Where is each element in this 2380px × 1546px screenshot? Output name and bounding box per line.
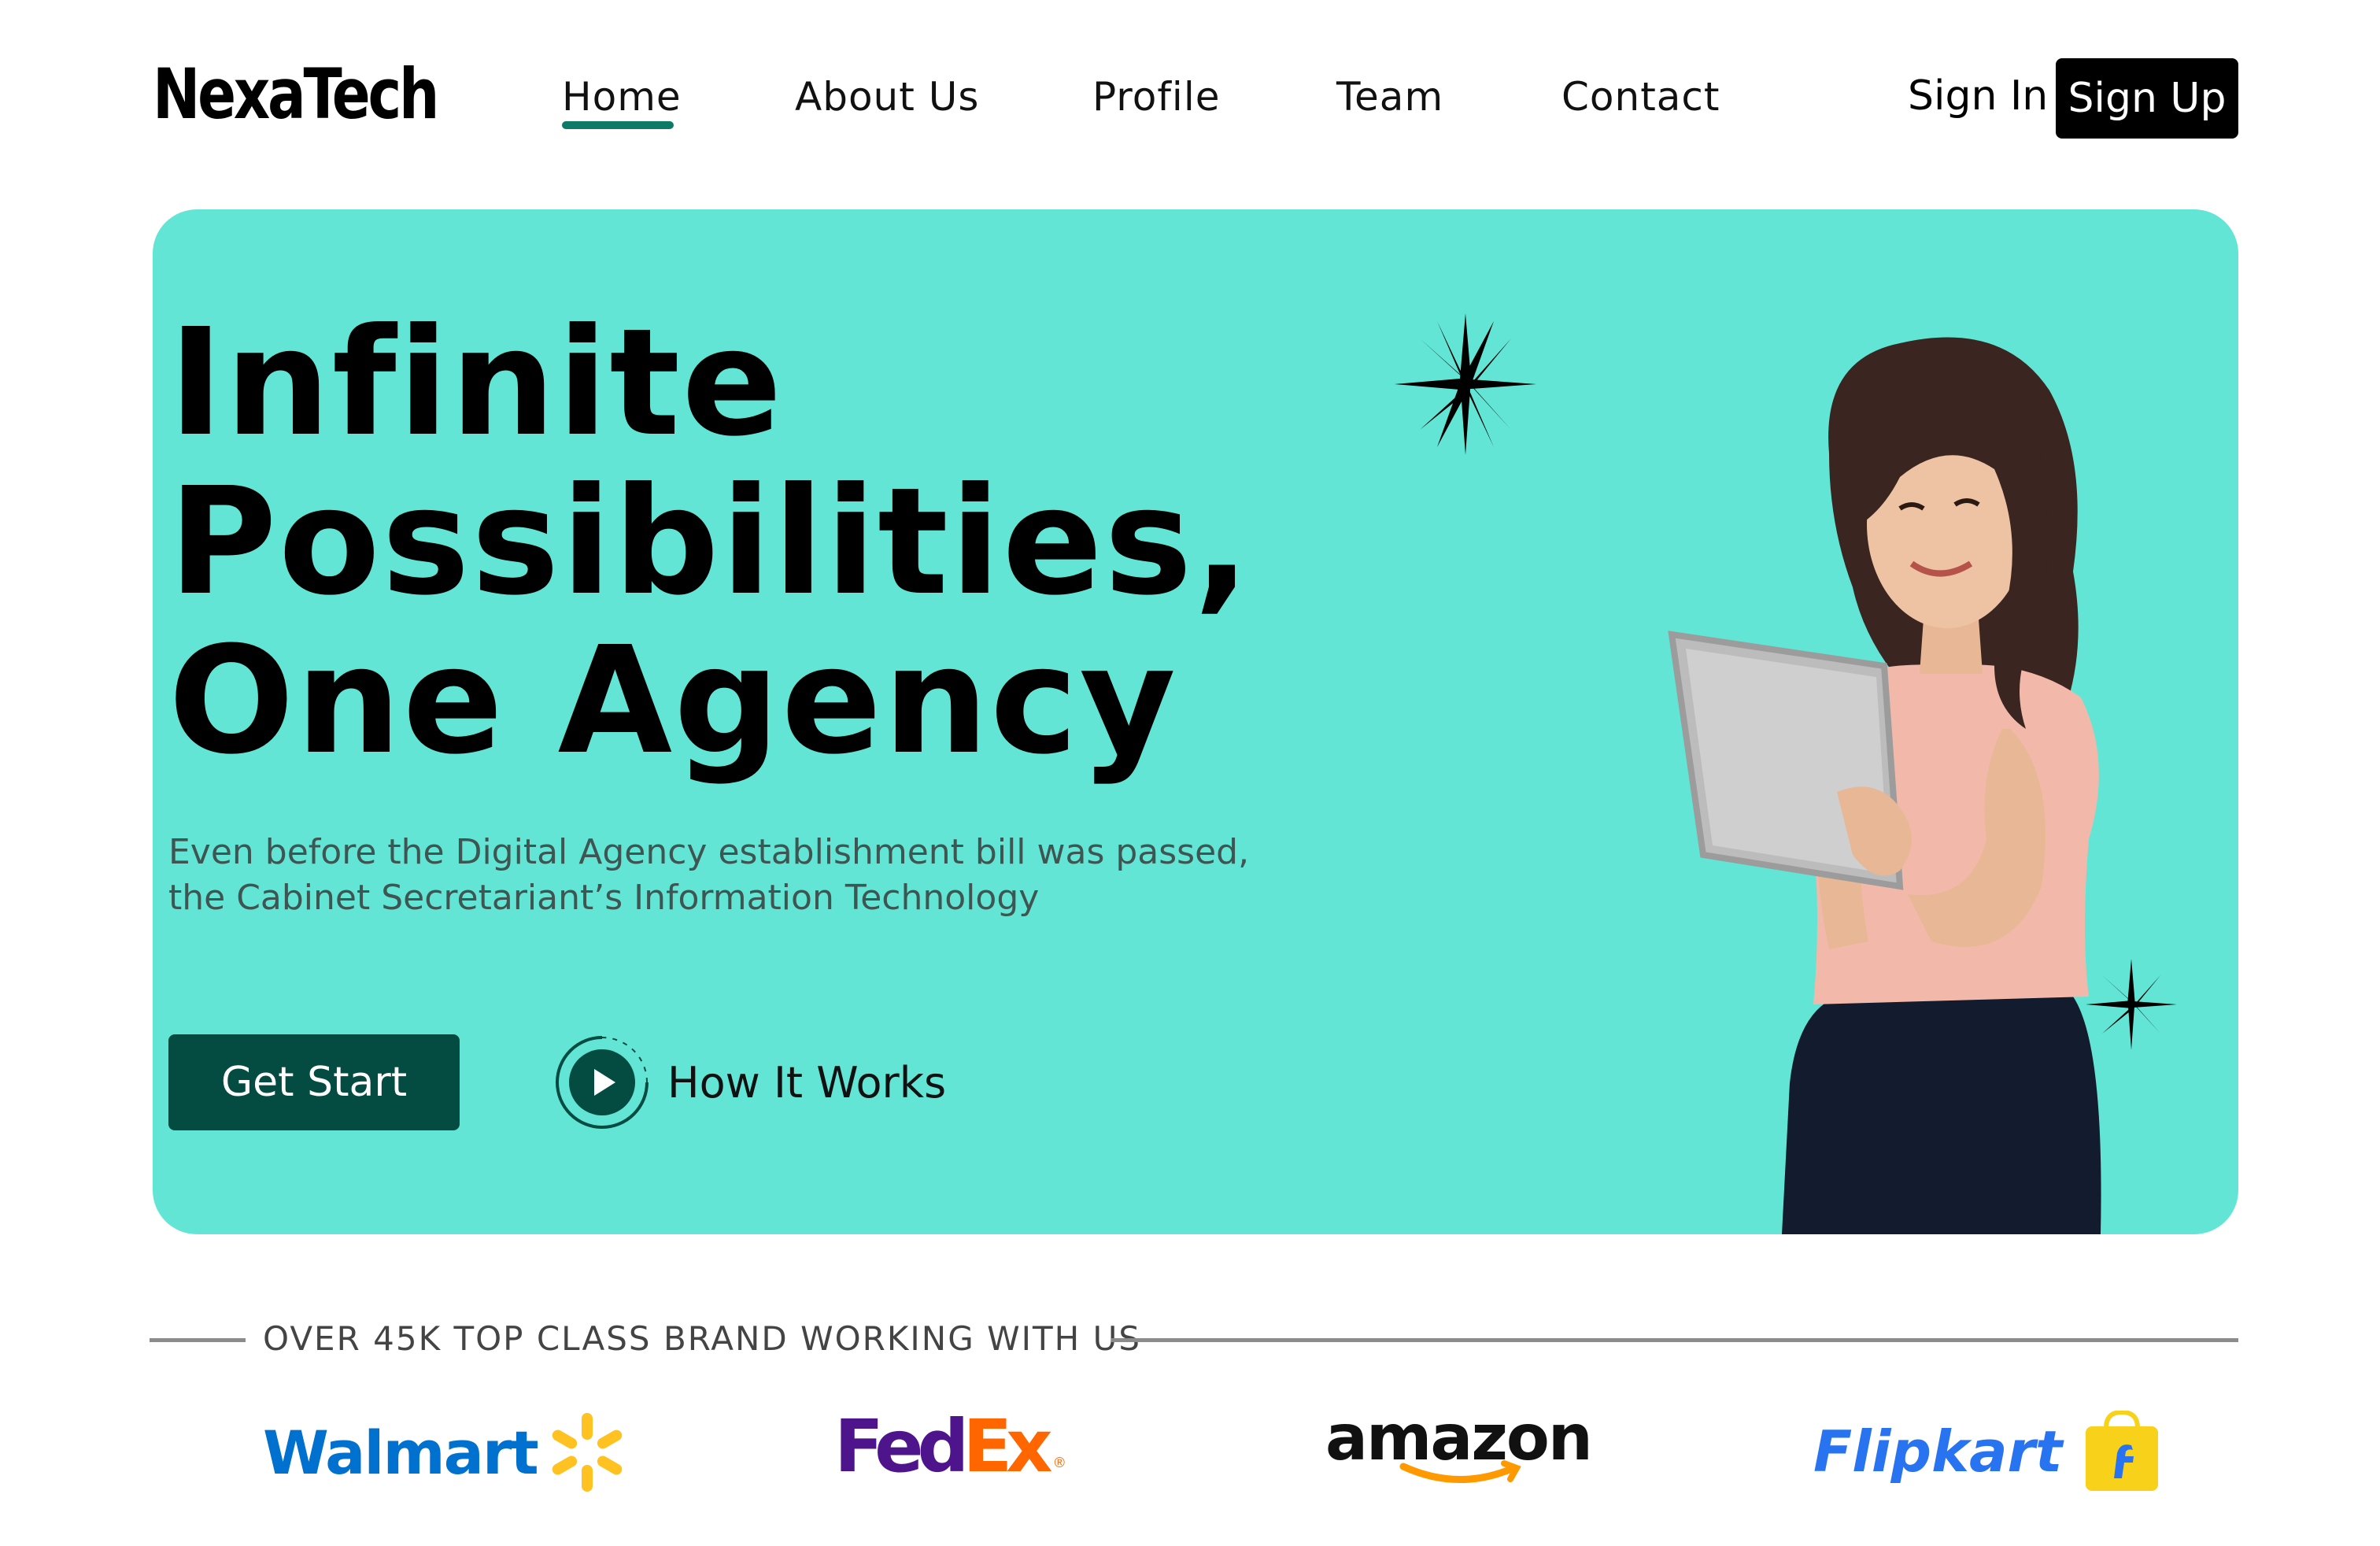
nav-contact[interactable]: Contact [1561, 74, 1720, 120]
headline-line-1: Infinite [168, 297, 784, 469]
description-line-1: Even before the Digital Agency establish… [168, 832, 1250, 872]
fedex-ex-text: Ex [963, 1404, 1052, 1489]
fedex-logo: Fed Ex ® [834, 1404, 1065, 1489]
fedex-fed-text: Fed [834, 1404, 969, 1489]
flipkart-logo: Flipkart [1813, 1411, 2161, 1492]
flipkart-bag-icon [2086, 1411, 2159, 1491]
nav-about-us[interactable]: About Us [795, 74, 979, 120]
headline-line-2: Possibilities, [168, 456, 1252, 628]
registered-mark-icon: ® [1054, 1455, 1065, 1470]
hero-headline: Infinite Possibilities, One Agency [168, 304, 1251, 781]
amazon-smile-icon [1399, 1460, 1521, 1483]
nav-profile[interactable]: Profile [1092, 74, 1220, 120]
brand-logo[interactable]: NexaTech [153, 54, 439, 135]
woman-with-tablet-image [1668, 337, 2101, 1234]
headline-line-3: One Agency [168, 615, 1178, 787]
sign-up-button[interactable]: Sign Up [2056, 58, 2238, 139]
description-line-2: the Cabinet Secretariant’s Information T… [168, 878, 1040, 918]
get-start-button[interactable]: Get Start [168, 1034, 460, 1130]
walmart-spark-icon [552, 1413, 622, 1492]
brand-section-title: OVER 45K TOP CLASS BRAND WORKING WITH US [263, 1319, 1141, 1358]
walmart-logo: Walmart [263, 1409, 630, 1496]
nav-home[interactable]: Home [562, 74, 682, 120]
nav-team[interactable]: Team [1336, 74, 1443, 120]
sign-in-link[interactable]: Sign In [1908, 72, 2048, 120]
hero-banner: Infinite Possibilities, One Agency Even … [153, 209, 2238, 1234]
play-icon [551, 1031, 653, 1134]
how-it-works-label: How It Works [667, 1057, 947, 1108]
amazon-logo: amazon [1325, 1401, 1593, 1492]
how-it-works-button[interactable]: How It Works [551, 1031, 946, 1134]
brand-divider-right [1111, 1338, 2238, 1342]
nav-active-indicator [562, 121, 674, 129]
walmart-wordmark: Walmart [263, 1417, 539, 1488]
flipkart-wordmark: Flipkart [1813, 1418, 2063, 1485]
hero-description: Even before the Digital Agency establish… [168, 830, 1349, 921]
brand-divider-left [150, 1338, 246, 1342]
